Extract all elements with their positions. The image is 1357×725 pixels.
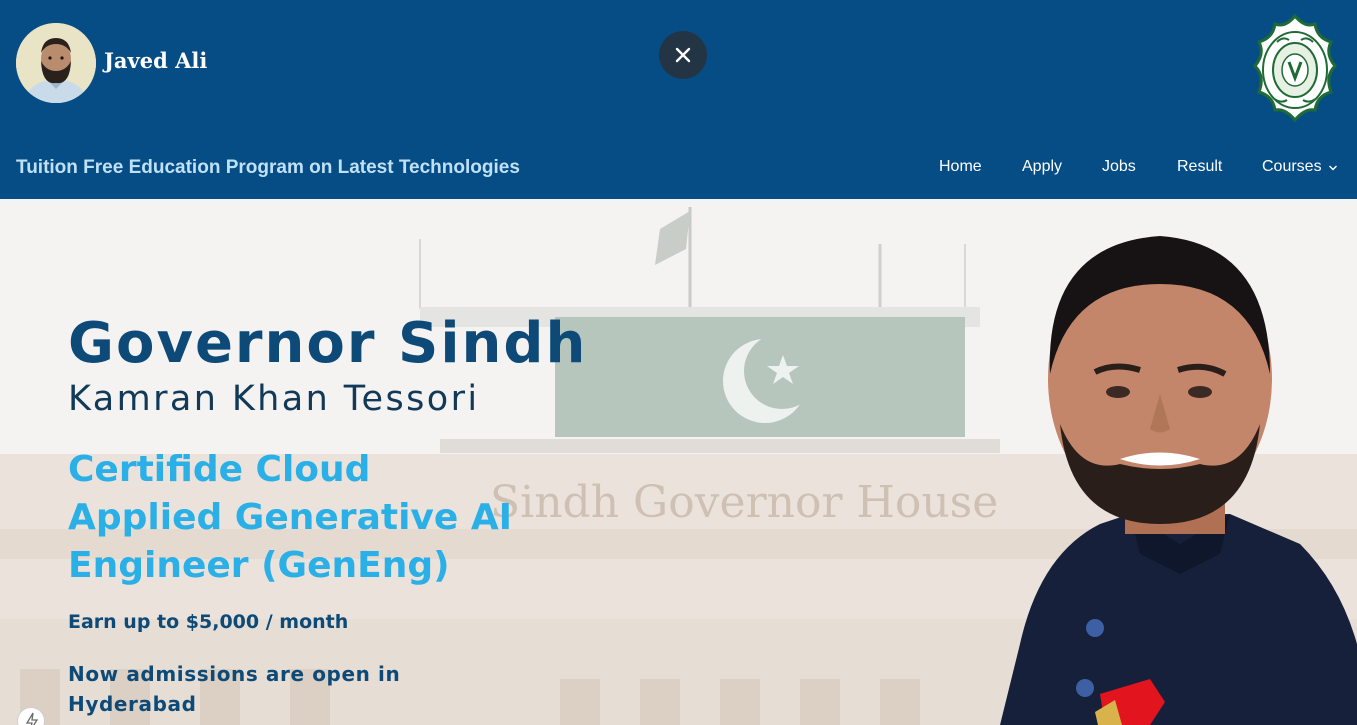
governor-seal-logo[interactable]: [1252, 13, 1338, 123]
admissions-line: Now admissions are open in: [68, 662, 401, 686]
lightning-icon: [25, 712, 39, 725]
course-title-line: Certifide Cloud: [68, 449, 371, 490]
nav-result[interactable]: Result: [1177, 158, 1222, 176]
nav-home[interactable]: Home: [939, 158, 982, 176]
hero-title: Governor Sindh: [68, 311, 588, 376]
course-title-line: Engineer (GenEng): [68, 545, 450, 586]
nav-courses[interactable]: Courses: [1262, 158, 1322, 176]
user-avatar[interactable]: [16, 23, 96, 103]
nav-apply[interactable]: Apply: [1022, 158, 1062, 176]
close-icon: [675, 47, 691, 63]
admissions-line: Hyderabad: [68, 692, 197, 716]
admissions-text: Now admissions are open in Hyderabad: [68, 659, 468, 719]
course-title-line: Applied Generative AI: [68, 497, 513, 538]
close-button[interactable]: [659, 31, 707, 79]
nav-jobs[interactable]: Jobs: [1102, 158, 1136, 176]
course-title: Certifide Cloud Applied Generative AI En…: [68, 446, 588, 590]
governor-portrait: [1000, 236, 1357, 725]
hero-subtitle: Kamran Khan Tessori: [68, 379, 480, 419]
earn-text: Earn up to $5,000 / month: [68, 611, 349, 633]
hero-banner: Sindh Governor House Governor Sindh Kamr…: [0, 199, 1357, 725]
lightning-badge[interactable]: [17, 707, 45, 725]
user-name: Javed Ali: [104, 48, 208, 73]
site-header: Javed Ali Tuition Free Education Program…: [0, 0, 1357, 199]
program-title[interactable]: Tuition Free Education Program on Latest…: [16, 157, 520, 179]
chevron-down-icon[interactable]: [1328, 163, 1338, 173]
